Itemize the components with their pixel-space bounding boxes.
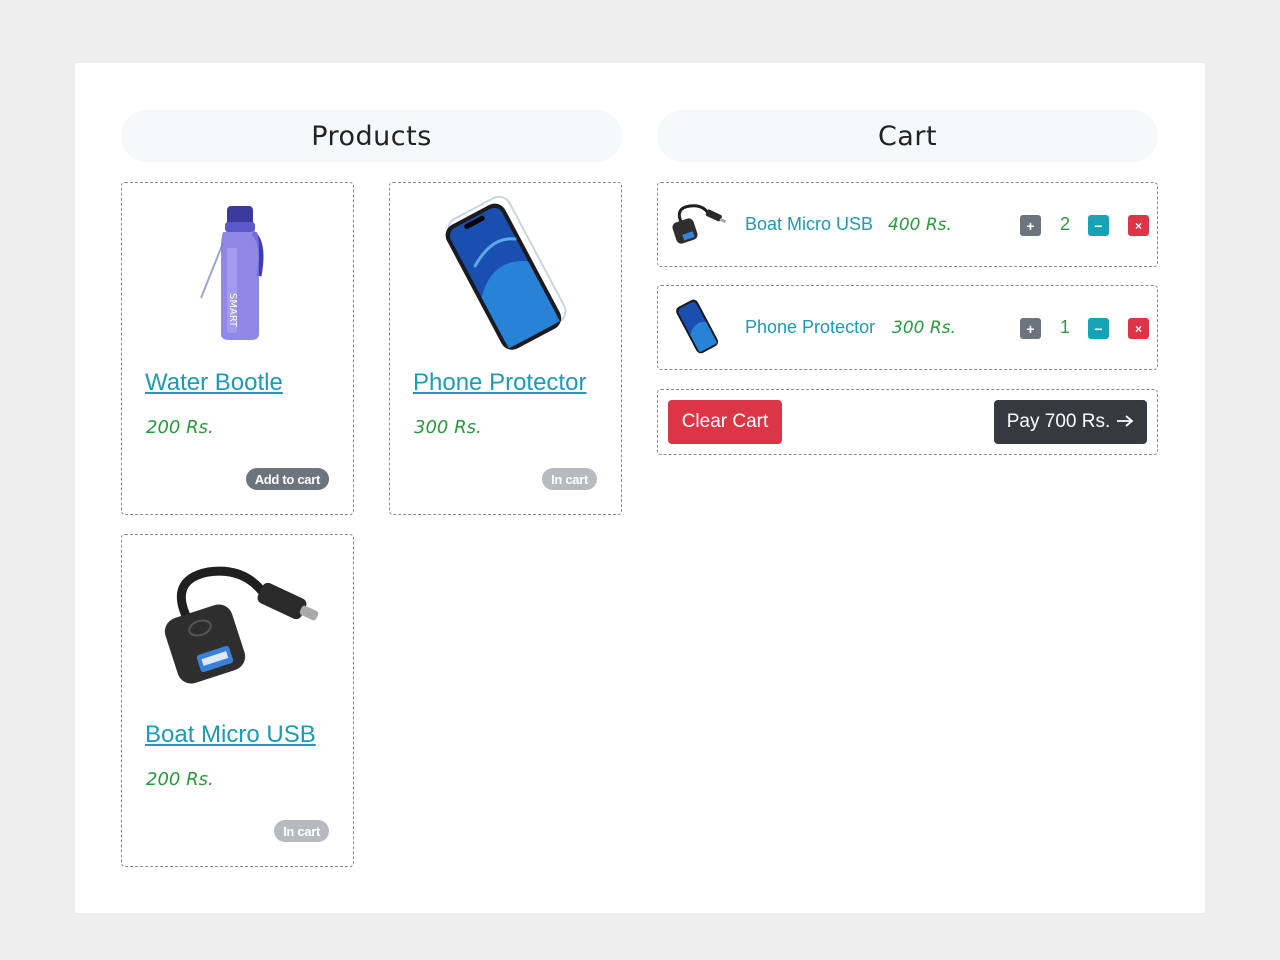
in-cart-badge: In cart bbox=[542, 468, 597, 490]
page-container: Products Cart SMART Water Bootle 200 Rs.… bbox=[75, 63, 1205, 913]
cart-item-price: 400 Rs. bbox=[888, 215, 952, 235]
product-title-link[interactable]: Phone Protector bbox=[413, 369, 586, 397]
product-title-link[interactable]: Boat Micro USB bbox=[145, 721, 316, 749]
cart-item: Phone Protector 300 Rs. + 1 − × bbox=[657, 285, 1158, 370]
clear-cart-button[interactable]: Clear Cart bbox=[668, 400, 782, 444]
pay-button-label: Pay 700 Rs. bbox=[1006, 411, 1111, 432]
arrow-right-icon bbox=[1116, 411, 1134, 433]
phone-protector-image bbox=[390, 193, 621, 353]
svg-text:SMART: SMART bbox=[227, 293, 238, 328]
water-bottle-image: SMART bbox=[122, 193, 353, 353]
add-to-cart-button[interactable]: Add to cart bbox=[245, 468, 329, 490]
usb-adapter-thumbnail bbox=[668, 193, 728, 253]
product-card: SMART Water Bootle 200 Rs. Add to cart bbox=[121, 182, 354, 515]
decrease-quantity-button[interactable]: − bbox=[1088, 215, 1109, 236]
product-title-link[interactable]: Water Bootle bbox=[145, 369, 283, 397]
in-cart-badge: In cart bbox=[274, 820, 329, 842]
remove-item-button[interactable]: × bbox=[1128, 215, 1149, 236]
product-price: 200 Rs. bbox=[146, 769, 214, 790]
cart-item-quantity: 2 bbox=[1060, 214, 1071, 234]
decrease-quantity-button[interactable]: − bbox=[1088, 318, 1109, 339]
product-card: Boat Micro USB 200 Rs. In cart bbox=[121, 534, 354, 867]
product-card: Phone Protector 300 Rs. In cart bbox=[389, 182, 622, 515]
cart-item-quantity: 1 bbox=[1060, 317, 1071, 337]
cart-item: Boat Micro USB 400 Rs. + 2 − × bbox=[657, 182, 1158, 267]
cart-item-name: Phone Protector bbox=[745, 317, 876, 337]
remove-item-button[interactable]: × bbox=[1128, 318, 1149, 339]
cart-item-price: 300 Rs. bbox=[892, 318, 956, 338]
increase-quantity-button[interactable]: + bbox=[1020, 318, 1041, 339]
usb-adapter-image bbox=[122, 545, 353, 705]
cart-actions: Clear Cart Pay 700 Rs. bbox=[657, 389, 1158, 455]
pay-button[interactable]: Pay 700 Rs. bbox=[994, 400, 1147, 444]
product-price: 300 Rs. bbox=[414, 417, 482, 438]
products-heading: Products bbox=[121, 110, 622, 162]
cart-heading: Cart bbox=[657, 110, 1158, 162]
product-price: 200 Rs. bbox=[146, 417, 214, 438]
cart-item-name: Boat Micro USB bbox=[745, 214, 874, 234]
phone-thumbnail bbox=[668, 296, 728, 356]
increase-quantity-button[interactable]: + bbox=[1020, 215, 1041, 236]
